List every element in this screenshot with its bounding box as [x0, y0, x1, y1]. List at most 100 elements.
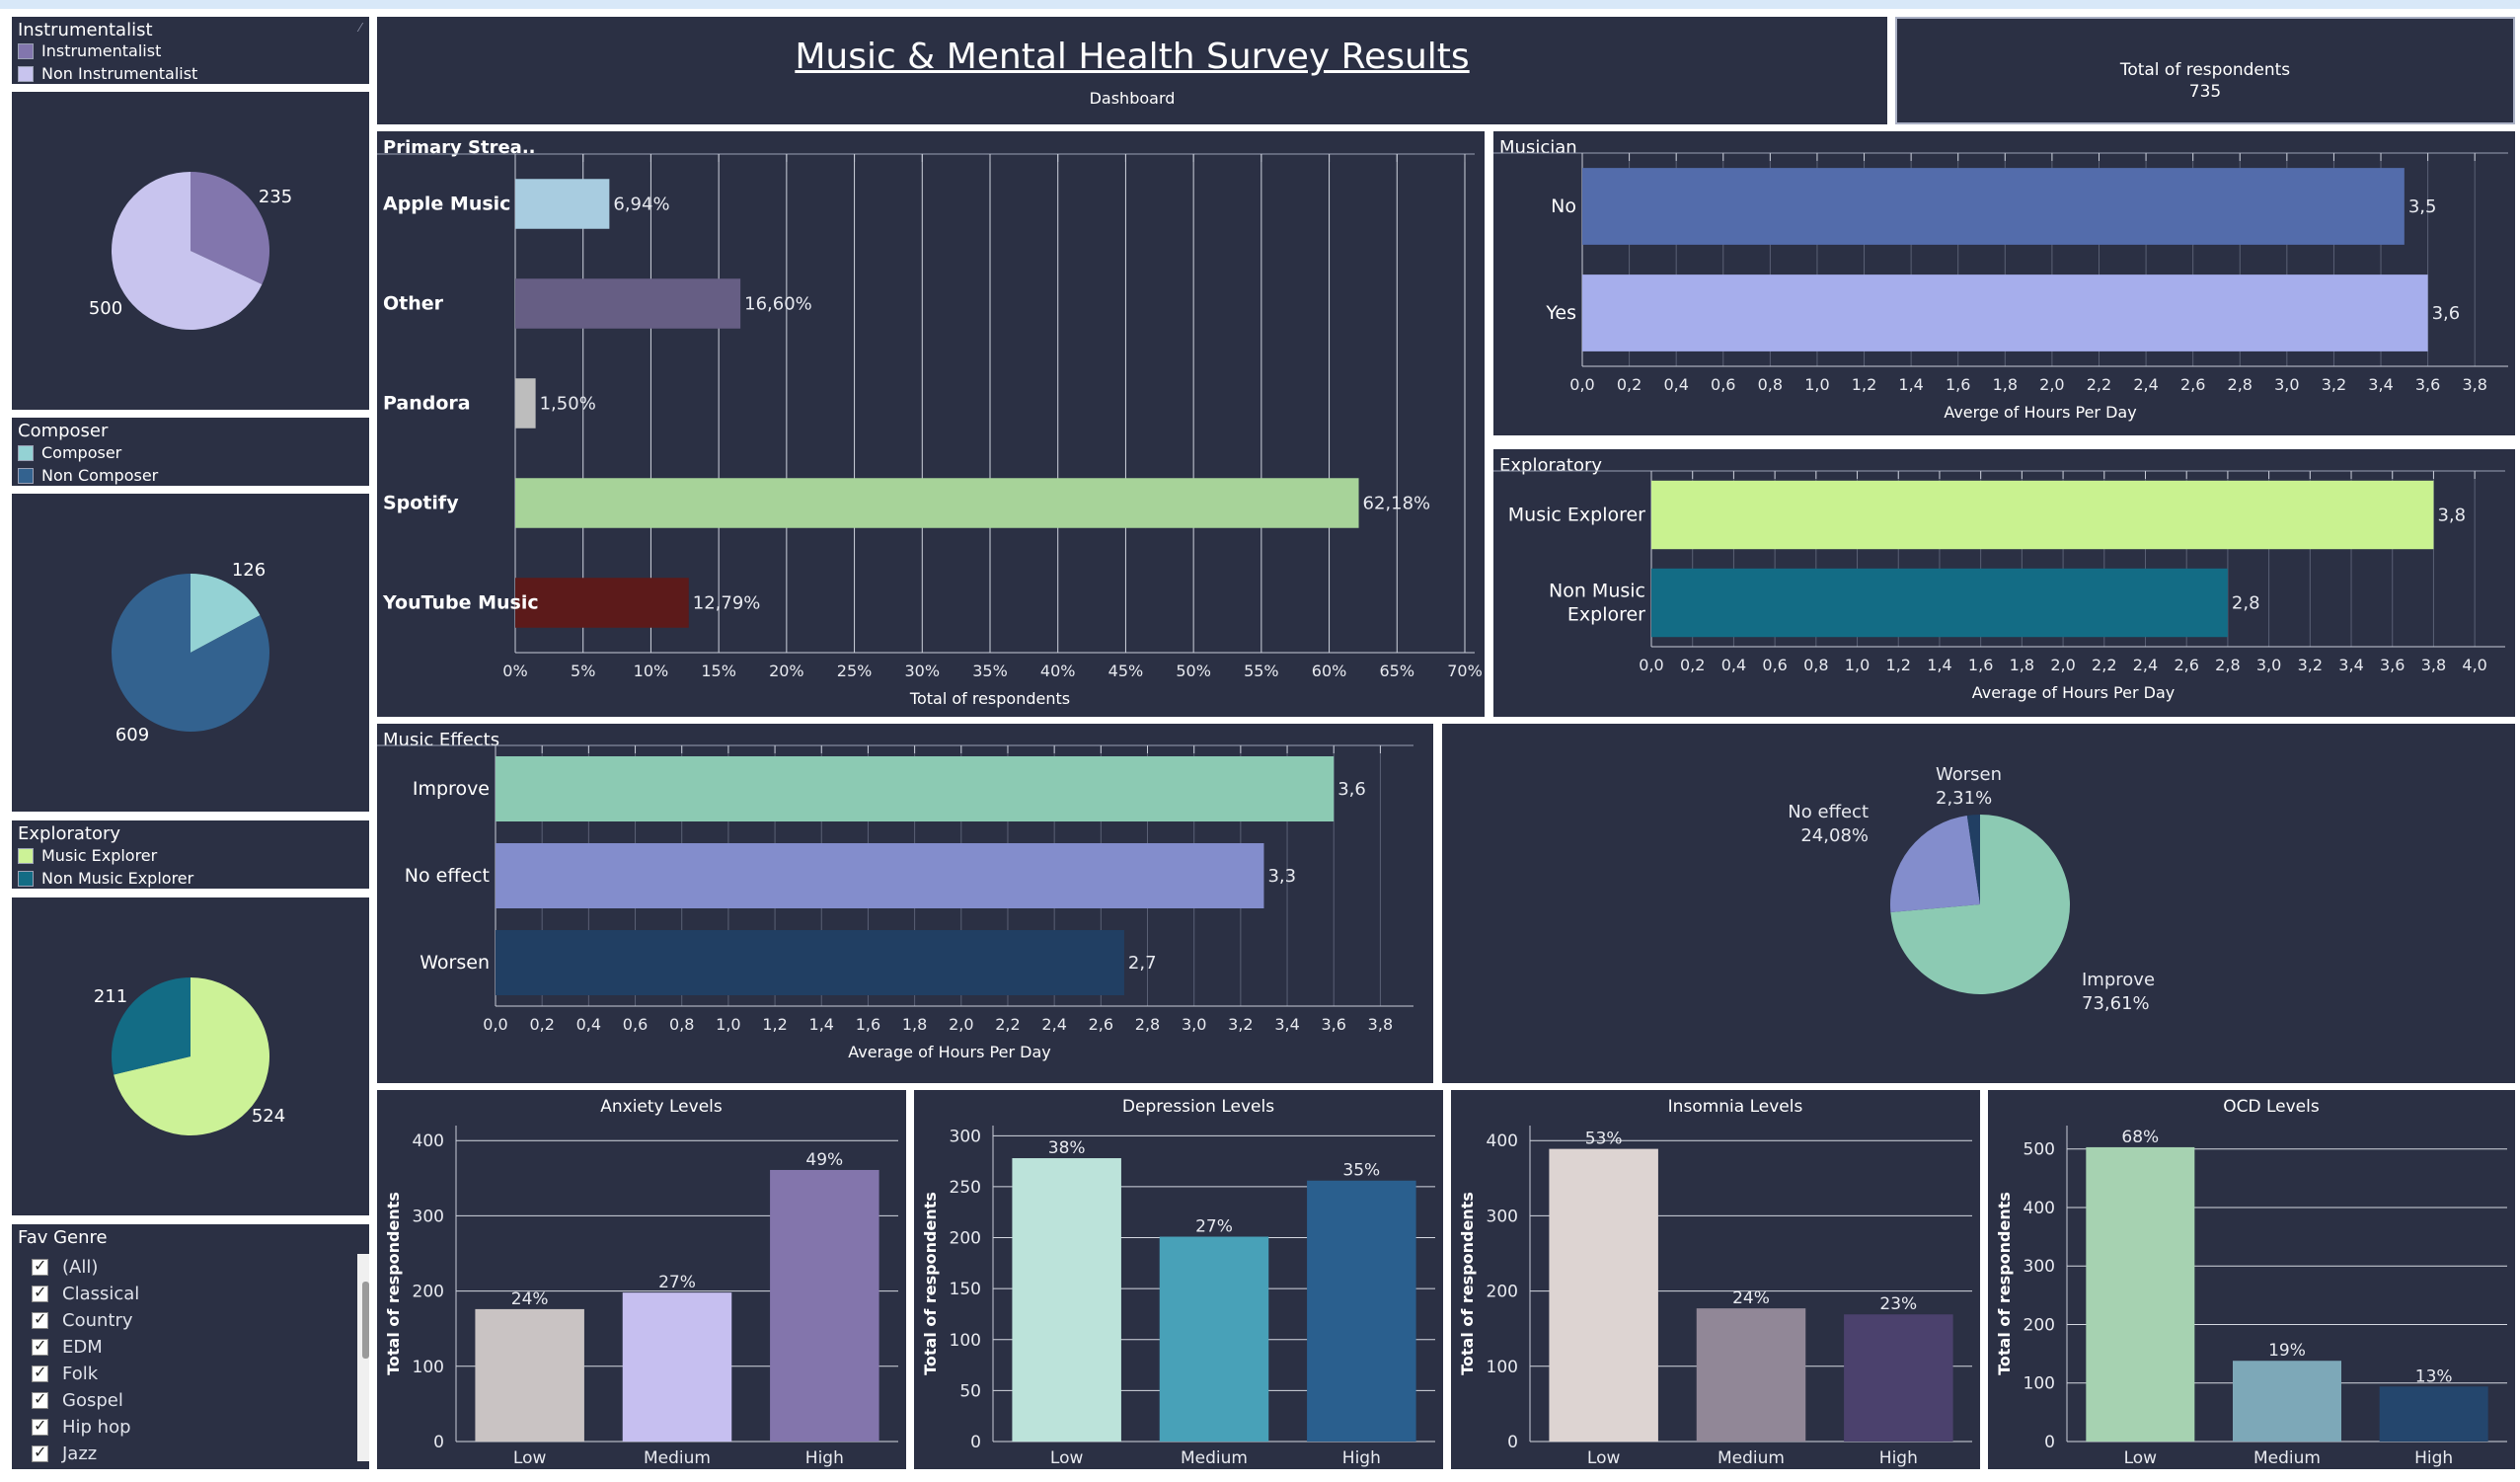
- filter-item[interactable]: Country: [20, 1307, 355, 1334]
- filter-item[interactable]: Jazz: [20, 1441, 355, 1467]
- check-icon[interactable]: [32, 1443, 48, 1462]
- x-tick-label: 0,8: [1758, 375, 1783, 394]
- bar-value-label: 16,60%: [744, 294, 812, 315]
- category-label: Spotify: [383, 493, 459, 514]
- x-category-label: High: [1879, 1448, 1918, 1468]
- x-tick-label: 3,8: [2421, 656, 2446, 674]
- category-label: Other: [383, 293, 444, 315]
- filter-scroll-thumb[interactable]: [362, 1282, 369, 1359]
- composer-legend[interactable]: Composer Composer Non Composer: [12, 418, 369, 486]
- legend-item-non-composer[interactable]: Non Composer: [18, 466, 158, 485]
- exploratory-legend[interactable]: Exploratory Music Explorer Non Music Exp…: [12, 820, 369, 889]
- y-tick-label: 0: [2044, 1433, 2055, 1452]
- x-tick-label: 30%: [905, 662, 941, 680]
- filter-item[interactable]: (All): [20, 1254, 355, 1281]
- music-effects-panel: Music Effects 0,0 0,2 0,4 0,6 0,8 1,0 1,2 1,4 1,6…: [377, 724, 1433, 1083]
- filter-item[interactable]: Hip hop: [20, 1414, 355, 1441]
- x-tick-label: 2,8: [2228, 375, 2253, 394]
- x-tick-label: 2,0: [2050, 656, 2075, 674]
- bar: [2379, 1386, 2488, 1442]
- check-icon[interactable]: [32, 1389, 48, 1409]
- legend-label: Non Composer: [41, 466, 159, 485]
- x-tick-label: 0,0: [1639, 656, 1663, 674]
- filter-item-label: Gospel: [62, 1390, 123, 1411]
- insomnia-chart: Insomnia Levels 0 100 200 300 400 Total of res…: [1458, 1097, 1972, 1468]
- bar-value-label: 23%: [1879, 1294, 1917, 1314]
- check-icon[interactable]: [32, 1309, 48, 1329]
- y-tick-label: 400: [2024, 1199, 2055, 1218]
- check-icon[interactable]: [32, 1336, 48, 1356]
- x-tick-label: 3,8: [1368, 1015, 1393, 1034]
- filter-item[interactable]: Classical: [20, 1281, 355, 1307]
- legend-item-non-instrumentalist[interactable]: Non Instrumentalist: [18, 64, 197, 83]
- legend-title: Composer: [18, 421, 109, 441]
- x-tick-label: 1,8: [902, 1015, 927, 1034]
- bar: [1844, 1314, 1953, 1442]
- x-tick-label: 2,0: [2039, 375, 2064, 394]
- x-category-label: High: [2414, 1448, 2453, 1468]
- fav-genre-filter: Fav Genre (All) Classical Country EDM Folk Go…: [12, 1224, 369, 1469]
- y-axis-title: Total of respondents: [1458, 1192, 1477, 1375]
- x-tick-label: 0,2: [529, 1015, 554, 1034]
- legend-swatch: [18, 467, 34, 484]
- y-tick-label: 100: [2024, 1374, 2055, 1394]
- legend-item-non-music-explorer[interactable]: Non Music Explorer: [18, 869, 193, 888]
- anxiety-panel: Anxiety Levels 0 100 200 300 400 Total of resp…: [377, 1090, 906, 1469]
- filter-item-label: Classical: [62, 1284, 140, 1304]
- y-tick-label: 200: [950, 1229, 981, 1249]
- x-tick-label: 3,6: [2380, 656, 2405, 674]
- instrumentalist-legend[interactable]: Instrumentalist ⁄ Instrumentalist Non In…: [12, 17, 369, 84]
- chart-title: Anxiety Levels: [600, 1097, 723, 1117]
- x-tick-label: 2,2: [2087, 375, 2111, 394]
- bar-value-label: 24%: [1732, 1288, 1770, 1308]
- filter-item[interactable]: Gospel: [20, 1387, 355, 1414]
- pie-label: 235: [259, 187, 292, 207]
- bar-value-label: 12,79%: [693, 593, 761, 614]
- legend-item-instrumentalist[interactable]: Instrumentalist: [18, 41, 161, 60]
- x-tick-label: 1,6: [1968, 656, 1993, 674]
- x-tick-label: 3,2: [2298, 656, 2323, 674]
- pie-slice: [1890, 815, 1980, 912]
- check-icon[interactable]: [32, 1363, 48, 1382]
- bar: [1651, 568, 2228, 638]
- check-icon[interactable]: [32, 1256, 48, 1276]
- y-tick-label: 150: [950, 1280, 981, 1299]
- x-tick-label: 0,4: [1721, 656, 1746, 674]
- x-tick-label: 0,2: [1617, 375, 1642, 394]
- x-tick-label: 1,8: [1993, 375, 2018, 394]
- y-tick-label: 300: [2024, 1257, 2055, 1277]
- x-tick-label: 3,6: [1322, 1015, 1346, 1034]
- musician-panel: Musician 0,0 0,2 0,4 0,6 0,8 1,0 1,2 1,4 1,6 1,8 2,…: [1493, 131, 2515, 435]
- bar-value-label: 2,7: [1128, 953, 1157, 974]
- filter-item-label: Folk: [62, 1364, 99, 1384]
- bar-value-label: 38%: [1048, 1138, 1086, 1158]
- filter-item[interactable]: EDM: [20, 1334, 355, 1361]
- pie-label: 211: [94, 986, 127, 1007]
- filter-item[interactable]: Folk: [20, 1361, 355, 1387]
- pin-icon[interactable]: ⁄: [359, 21, 361, 35]
- bar: [496, 930, 1124, 995]
- legend-item-composer[interactable]: Composer: [18, 443, 121, 462]
- exploratory-hours-chart: Exploratory 0,0 0,2 0,4 0,6 0,8 1,0 1,2 1,4 1,6 1,…: [1493, 455, 2505, 702]
- y-axis-title: Total of respondents: [921, 1192, 940, 1375]
- pie-label: 524: [252, 1106, 285, 1127]
- bar: [515, 578, 689, 628]
- x-tick-label: 3,2: [1228, 1015, 1253, 1034]
- total-respondents-card: Total of respondents 735: [1895, 17, 2515, 124]
- y-tick-label: 300: [413, 1207, 444, 1226]
- bar-value-label: 6,94%: [613, 195, 669, 215]
- bar: [1159, 1236, 1269, 1442]
- x-tick-label: 2,6: [2180, 375, 2205, 394]
- category-label: No effect: [405, 865, 490, 887]
- x-category-label: High: [1342, 1448, 1381, 1468]
- category-label: Worsen: [420, 952, 490, 974]
- bar-value-label: 35%: [1342, 1161, 1380, 1181]
- x-tick-label: 1,2: [762, 1015, 787, 1034]
- legend-item-music-explorer[interactable]: Music Explorer: [18, 846, 157, 865]
- bar: [515, 478, 1359, 528]
- primary-streaming-chart: Primary Strea.. 0% 5% 10% 15% 20% 25% 30% 35% 40%…: [377, 137, 1483, 708]
- check-icon[interactable]: [32, 1283, 48, 1302]
- check-icon[interactable]: [32, 1416, 48, 1436]
- category-label: Apple Music: [383, 194, 510, 215]
- x-tick-label: 55%: [1244, 662, 1279, 680]
